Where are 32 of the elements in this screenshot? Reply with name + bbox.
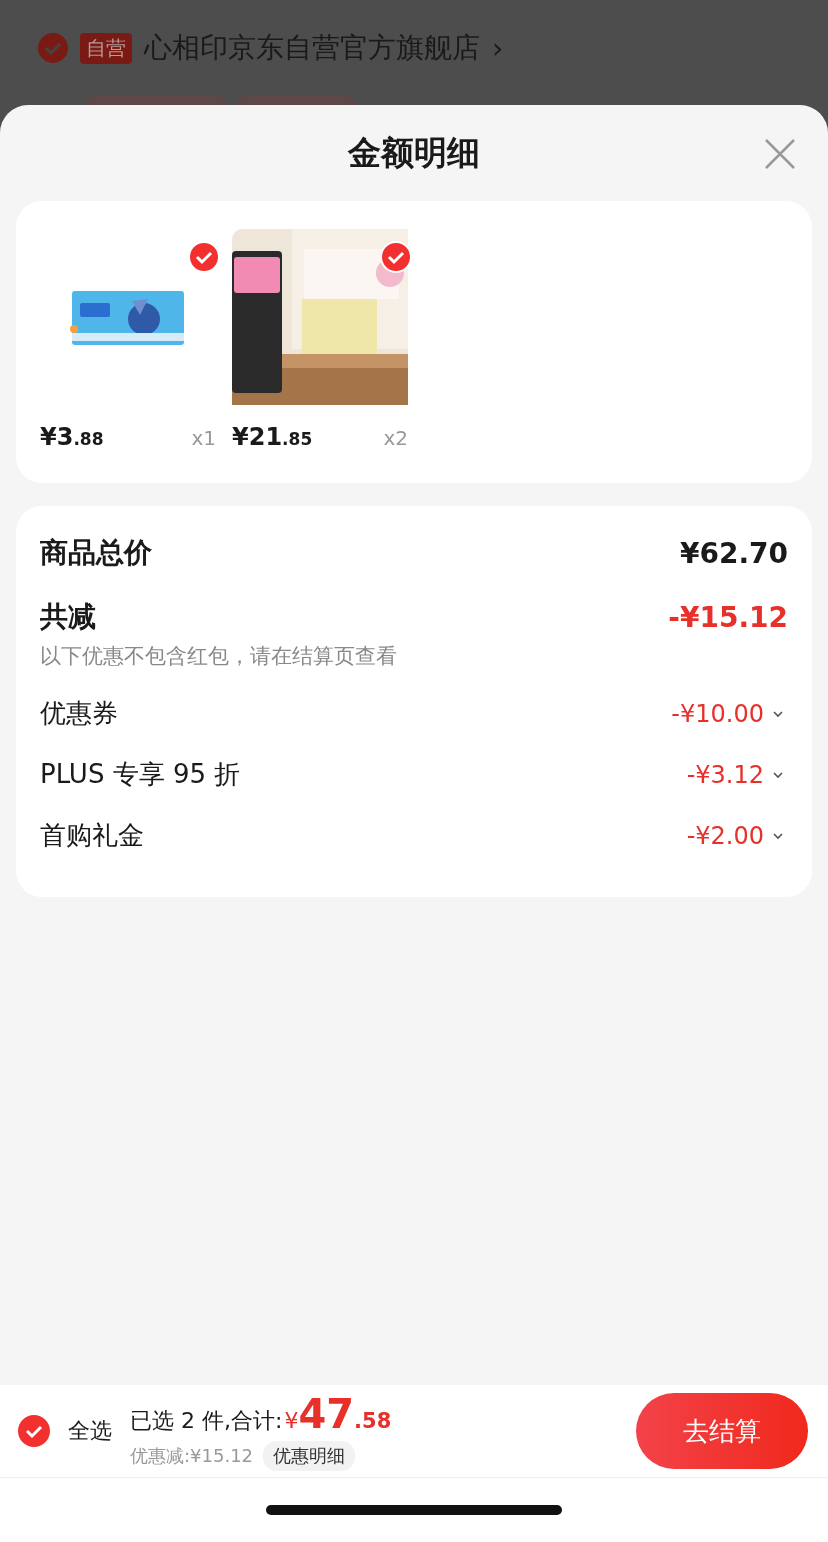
sheet-title: 金额明细 (348, 131, 480, 174)
self-operated-badge: 自营 (80, 32, 132, 64)
summary-amount: -¥3.12 (686, 760, 764, 789)
product-quantity: x2 (383, 426, 408, 450)
product-quantity: x1 (191, 426, 216, 450)
checkbox-icon[interactable] (188, 241, 220, 273)
summary-label: 优惠券 (40, 697, 118, 730)
summary-note: 以下优惠不包含红包，请在结算页查看 (40, 643, 398, 670)
select-all-label[interactable]: 全选 (68, 1416, 112, 1446)
summary-label: PLUS 专享 95 折 (40, 758, 241, 791)
chevron-down-icon[interactable] (772, 709, 784, 718)
discount-detail-button[interactable]: 优惠明细 (263, 1441, 356, 1471)
chevron-down-icon[interactable] (772, 770, 784, 779)
summary-amount: -¥10.00 (671, 699, 764, 728)
summary-label: 共减 (40, 599, 96, 635)
summary-label: 首购礼金 (40, 819, 144, 852)
total-price: ¥47.58 (284, 1391, 392, 1437)
checkbox-icon[interactable] (38, 33, 68, 63)
chevron-down-icon[interactable] (772, 831, 784, 840)
summary-amount: -¥2.00 (686, 821, 764, 850)
chevron-icon: › (492, 31, 504, 65)
product-price: ¥3.88 (40, 423, 104, 451)
summary-label: 商品总价 (40, 535, 152, 571)
discount-text: 优惠减:¥15.12 (130, 1444, 254, 1468)
summary-amount: ¥62.70 (679, 536, 788, 570)
product-price: ¥21.85 (232, 423, 313, 451)
checkbox-icon[interactable] (380, 241, 412, 273)
selected-count-text: 已选 2 件,合计: (130, 1407, 283, 1435)
checkout-button[interactable]: 去结算 (636, 1393, 808, 1469)
summary-amount: -¥15.12 (668, 600, 788, 634)
checkbox-icon[interactable] (18, 1415, 50, 1447)
close-icon[interactable] (764, 138, 796, 170)
